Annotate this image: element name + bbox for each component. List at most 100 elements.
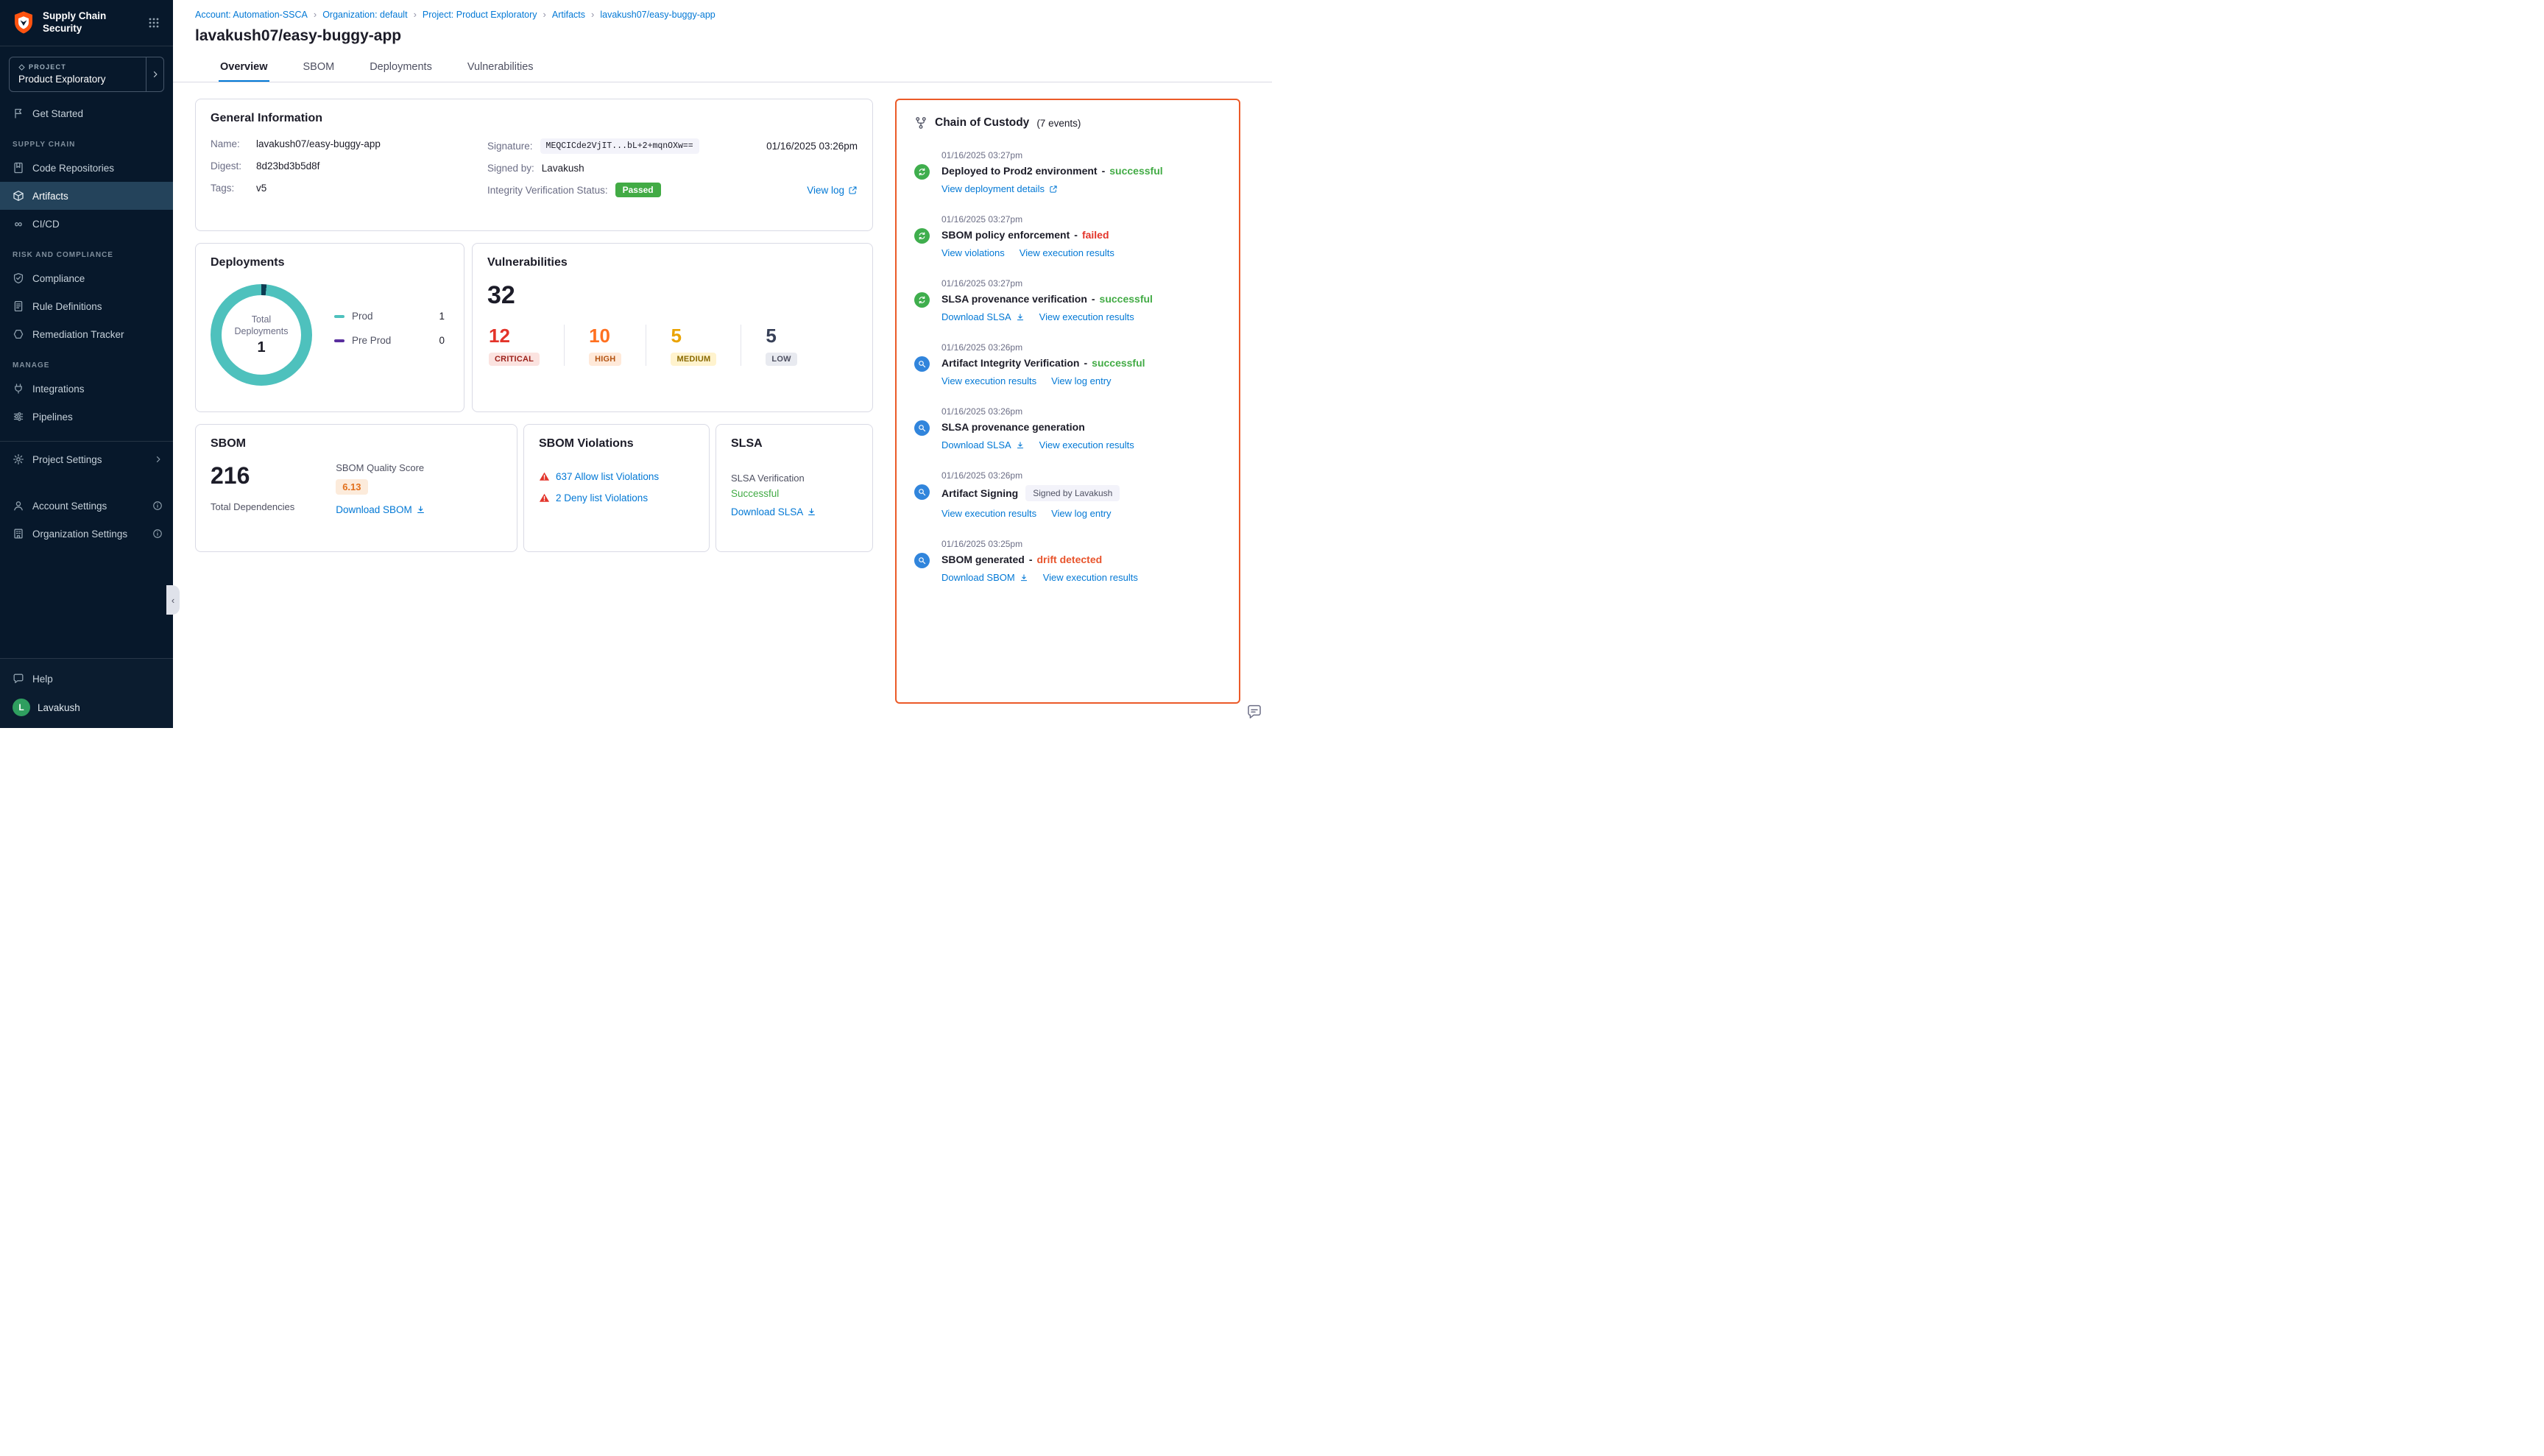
breadcrumb-current[interactable]: lavakush07/easy-buggy-app [600, 10, 715, 20]
deny-list-violations-link[interactable]: 2 Deny list Violations [556, 492, 648, 503]
sidebar-item-code-repositories[interactable]: Code Repositories [0, 154, 173, 182]
view-log-entry-link[interactable]: View log entry [1051, 375, 1111, 386]
app-title: Supply Chain Security [43, 10, 106, 35]
card-title: Deployments [211, 256, 449, 269]
sbom-card: SBOM 216 Total Dependencies SBOM Quality… [195, 424, 517, 552]
document-icon [13, 300, 24, 312]
severity-badge: MEDIUM [671, 353, 716, 366]
module-grid-icon[interactable] [145, 14, 163, 32]
magnifier-icon [914, 484, 930, 500]
view-violations-link[interactable]: View violations [941, 247, 1005, 258]
download-slsa-link[interactable]: Download SLSA [941, 311, 1025, 322]
slsa-verification-status: Successful [731, 488, 858, 499]
card-title: SBOM [211, 437, 502, 450]
sidebar-item-rule-definitions[interactable]: Rule Definitions [0, 292, 173, 320]
sidebar-item-account-settings[interactable]: Account Settings [0, 492, 173, 520]
deployments-donut-chart: Total Deployments 1 [211, 284, 312, 386]
breadcrumb-project[interactable]: Project: Product Exploratory [423, 10, 537, 20]
project-selector-name: Product Exploratory [18, 74, 141, 85]
view-deployment-details-link[interactable]: View deployment details [941, 183, 1058, 194]
tab-overview[interactable]: Overview [219, 55, 269, 82]
magnifier-icon [914, 356, 930, 372]
sidebar-item-cicd[interactable]: ∞ CI/CD [0, 210, 173, 238]
project-selector-label: PROJECT [18, 63, 141, 71]
card-title: SBOM Violations [539, 437, 694, 450]
external-link-icon [1049, 185, 1058, 194]
chevron-separator: › [314, 9, 317, 20]
sidebar-item-help[interactable]: Help [0, 665, 173, 693]
tab-deployments[interactable]: Deployments [368, 55, 434, 82]
sidebar-item-pipelines[interactable]: Pipelines [0, 403, 173, 431]
sidebar-item-compliance[interactable]: Compliance [0, 264, 173, 292]
organization-icon [13, 528, 24, 540]
event-title: SLSA provenance generation [941, 421, 1085, 433]
event-time: 01/16/2025 03:26pm [941, 342, 1221, 353]
signature-value[interactable]: MEQCICde2VjIT...bL+2+mqnOXw== [540, 138, 699, 154]
sidebar-item-artifacts[interactable]: Artifacts [0, 182, 173, 210]
sidebar-item-label: Remediation Tracker [32, 329, 124, 340]
view-execution-results-link[interactable]: View execution results [941, 375, 1036, 386]
sidebar-item-label: Code Repositories [32, 163, 114, 174]
breadcrumb-account[interactable]: Account: Automation-SSCA [195, 10, 308, 20]
view-execution-results-link[interactable]: View execution results [1043, 572, 1138, 583]
main-area: Account: Automation-SSCA › Organization:… [173, 0, 1272, 728]
download-sbom-link[interactable]: Download SBOM [941, 572, 1028, 583]
view-execution-results-link[interactable]: View execution results [1020, 247, 1114, 258]
sidebar-item-project-settings[interactable]: Project Settings [0, 443, 173, 476]
tab-vulnerabilities[interactable]: Vulnerabilities [466, 55, 535, 82]
view-execution-results-link[interactable]: View execution results [1039, 311, 1134, 322]
view-execution-results-link[interactable]: View execution results [941, 508, 1036, 519]
view-log-entry-link[interactable]: View log entry [1051, 508, 1111, 519]
warning-triangle-icon [539, 471, 550, 482]
chain-event: 01/16/2025 03:27pm Deployed to Prod2 env… [914, 150, 1221, 194]
chevron-right-icon [154, 455, 163, 464]
tab-sbom[interactable]: SBOM [302, 55, 336, 82]
view-execution-results-link[interactable]: View execution results [1039, 439, 1134, 450]
slsa-card: SLSA SLSA Verification Successful Downlo… [716, 424, 873, 552]
sidebar-section-manage: MANAGE [0, 348, 173, 375]
breadcrumb-organization[interactable]: Organization: default [322, 10, 407, 20]
chain-of-custody-panel: Chain of Custody (7 events) 01/16/2025 0… [895, 99, 1240, 704]
event-title: Artifact Signing [941, 487, 1018, 499]
severity-badge: HIGH [589, 353, 621, 366]
user-name: Lavakush [38, 702, 80, 713]
chain-event: 01/16/2025 03:27pm SLSA provenance verif… [914, 278, 1221, 322]
chevron-right-icon [146, 57, 163, 91]
download-icon [1016, 441, 1025, 450]
breadcrumb-artifacts[interactable]: Artifacts [552, 10, 585, 20]
event-time: 01/16/2025 03:27pm [941, 150, 1221, 160]
repository-icon [13, 162, 24, 174]
severity-high: 10 HIGH [564, 325, 646, 366]
event-status: successful [1109, 165, 1162, 177]
warning-triangle-icon [539, 492, 550, 503]
integrity-status-label: Integrity Verification Status: [487, 185, 608, 196]
deployments-card: Deployments Total Deployments 1 Prod [195, 243, 464, 412]
sidebar-item-get-started[interactable]: Get Started [0, 99, 173, 127]
sidebar-item-organization-settings[interactable]: Organization Settings [0, 520, 173, 548]
view-log-link[interactable]: View log [807, 185, 858, 196]
plug-icon [13, 383, 24, 395]
sidebar-item-label: Account Settings [32, 501, 107, 512]
get-started-icon [13, 107, 24, 119]
chain-event: 01/16/2025 03:26pm Artifact Signing Sign… [914, 470, 1221, 519]
download-sbom-link[interactable]: Download SBOM [336, 504, 425, 515]
sidebar-collapse-handle[interactable]: ‹ [166, 585, 180, 615]
user-menu[interactable]: L Lavakush [0, 693, 173, 721]
project-selector[interactable]: PROJECT Product Exploratory [9, 57, 164, 92]
chain-event: 01/16/2025 03:26pm SLSA provenance gener… [914, 406, 1221, 450]
sidebar-item-integrations[interactable]: Integrations [0, 375, 173, 403]
breadcrumb: Account: Automation-SSCA › Organization:… [195, 9, 1250, 20]
event-status: drift detected [1036, 554, 1102, 565]
severity-critical: 12 CRITICAL [487, 325, 564, 366]
sbom-quality-score: 6.13 [336, 479, 367, 495]
shield-icon [13, 272, 24, 284]
infinity-icon: ∞ [13, 218, 24, 230]
deny-list-violations-row: 2 Deny list Violations [539, 492, 694, 503]
allow-list-violations-link[interactable]: 637 Allow list Violations [556, 471, 659, 482]
help-chat-bubble-icon[interactable] [1246, 703, 1263, 721]
sidebar-item-label: CI/CD [32, 219, 60, 230]
sidebar-item-remediation-tracker[interactable]: Remediation Tracker [0, 320, 173, 348]
download-slsa-link[interactable]: Download SLSA [941, 439, 1025, 450]
download-slsa-link[interactable]: Download SLSA [731, 506, 816, 517]
download-icon [1020, 573, 1028, 582]
